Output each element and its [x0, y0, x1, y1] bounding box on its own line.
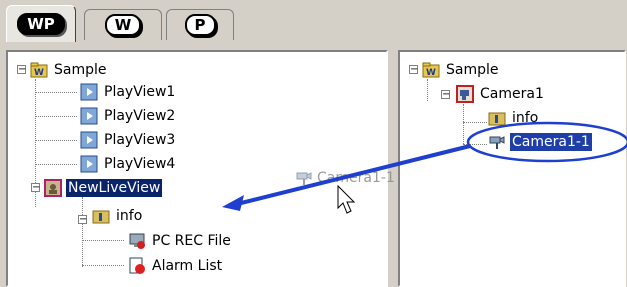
- tree-node-newliveview[interactable]: NewLiveView: [44, 178, 163, 198]
- collapse-toggle[interactable]: −: [441, 90, 450, 100]
- tree-node-root[interactable]: W Sample: [30, 60, 109, 80]
- tree-node-playview3[interactable]: PlayView3: [80, 130, 177, 150]
- folder-w-icon: W: [422, 62, 440, 78]
- camera-group-icon: [456, 85, 474, 103]
- playview-icon: [80, 107, 98, 125]
- tab-w-label: W: [104, 14, 142, 36]
- camera-ghost-icon: [296, 172, 312, 185]
- drag-ghost: Camera1-1: [295, 169, 395, 187]
- collapse-toggle[interactable]: −: [409, 65, 418, 75]
- tree-node-playview4[interactable]: PlayView4: [80, 154, 177, 174]
- playview-icon: [80, 83, 98, 101]
- tree-label: PlayView3: [104, 132, 176, 148]
- tree-node-pc-rec-file[interactable]: PC REC File: [128, 231, 233, 251]
- tree-node-info[interactable]: info: [92, 206, 144, 226]
- tree-node-playview1[interactable]: PlayView1: [80, 82, 177, 102]
- tree-line: [35, 164, 77, 165]
- tree-line: [463, 144, 487, 145]
- liveview-icon: [44, 179, 62, 197]
- tree-node-alarm-list[interactable]: Alarm List: [128, 256, 224, 276]
- tree-line: [427, 79, 428, 101]
- collapse-toggle[interactable]: −: [17, 65, 26, 75]
- info-folder-icon: [488, 112, 506, 126]
- tab-wp-label: WP: [17, 13, 65, 35]
- tree-node-info[interactable]: info: [488, 108, 540, 128]
- tree-line: [463, 104, 464, 144]
- tree-node-camera1[interactable]: Camera1: [456, 84, 546, 104]
- tree-line: [82, 265, 124, 266]
- svg-text:W: W: [426, 68, 436, 78]
- tree-label: PlayView1: [104, 84, 176, 100]
- tree-label: info: [512, 110, 539, 126]
- playview-icon: [80, 131, 98, 149]
- pc-rec-file-icon: [129, 233, 145, 249]
- folder-w-icon: W: [30, 62, 48, 78]
- alarm-list-icon: [129, 257, 145, 274]
- tree-label: PC REC File: [152, 233, 231, 249]
- tree-line: [35, 116, 77, 117]
- tree-line: [82, 240, 124, 241]
- tree-node-playview2[interactable]: PlayView2: [80, 106, 177, 126]
- info-folder-icon: [92, 210, 110, 224]
- svg-text:W: W: [34, 68, 44, 78]
- tree-node-camera1-1[interactable]: Camera1-1: [488, 132, 593, 152]
- tree-node-root[interactable]: W Sample: [422, 60, 501, 80]
- tree-label: Camera1: [480, 86, 544, 102]
- collapse-toggle[interactable]: −: [31, 183, 40, 193]
- tree-label: PlayView4: [104, 156, 176, 172]
- tree-label: PlayView2: [104, 108, 176, 124]
- tab-p-label: P: [184, 14, 216, 36]
- tree-label-selected: Camera1-1: [509, 132, 593, 152]
- tab-wp[interactable]: WP: [6, 5, 76, 42]
- tab-p[interactable]: P: [166, 9, 234, 40]
- tree-label: Sample: [446, 62, 499, 78]
- tree-line: [35, 92, 77, 93]
- tab-w[interactable]: W: [84, 9, 162, 40]
- collapse-toggle[interactable]: −: [78, 215, 87, 225]
- tree-line: [82, 197, 83, 267]
- tree-line: [35, 140, 77, 141]
- camera-icon: [489, 136, 505, 149]
- tree-label: info: [116, 208, 143, 224]
- tree-label: Alarm List: [152, 258, 223, 274]
- tree-label: Sample: [54, 62, 107, 78]
- tree-line: [463, 122, 487, 123]
- drag-ghost-label: Camera1-1: [317, 170, 395, 186]
- right-tree-panel: − W Sample − Camera1 info Camera1-1: [398, 50, 626, 287]
- playview-icon: [80, 155, 98, 173]
- tree-label-selected: NewLiveView: [66, 179, 163, 197]
